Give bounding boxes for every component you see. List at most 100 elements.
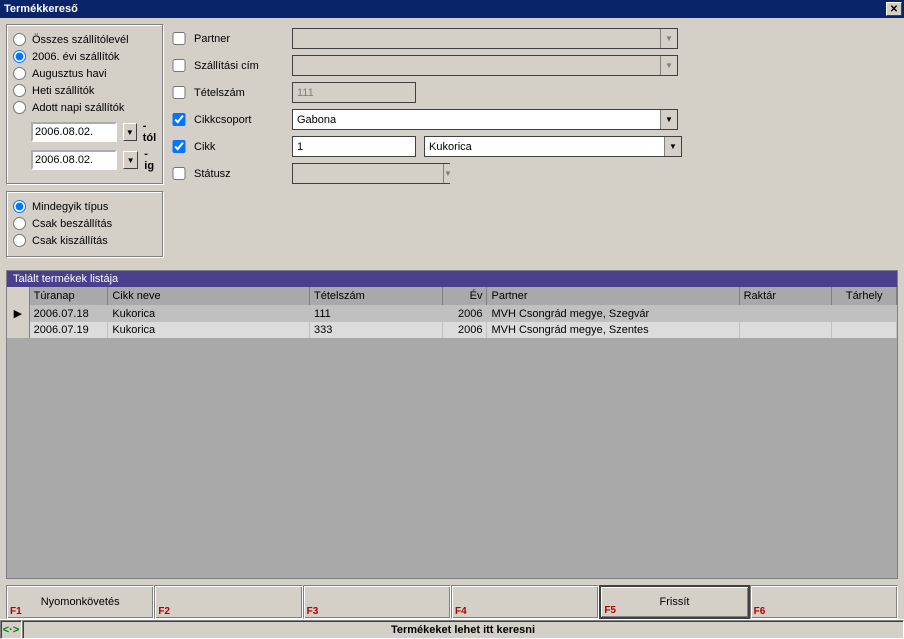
f3-button[interactable]: F3 bbox=[303, 585, 451, 619]
table-header-row: Túranap Cikk neve Tételszám Év Partner R… bbox=[7, 287, 897, 305]
function-key-bar: NyomonkövetésF1 F2 F3 F4 FrissítF5 F6 bbox=[6, 585, 898, 619]
f2-button[interactable]: F2 bbox=[154, 585, 302, 619]
chevron-down-icon: ▼ bbox=[660, 56, 677, 75]
chk-status[interactable] bbox=[172, 167, 186, 180]
chevron-down-icon: ▼ bbox=[127, 156, 135, 165]
combo-cikk[interactable]: ▼ bbox=[424, 136, 682, 157]
date-to-dropdown[interactable]: ▼ bbox=[123, 151, 138, 169]
radio-mindegyik[interactable]: Mindegyik típus bbox=[13, 198, 157, 215]
cell-raktar bbox=[739, 305, 832, 322]
cell-tetel: 111 bbox=[310, 305, 443, 322]
date-from-suffix: -tól bbox=[143, 120, 157, 144]
combo-status[interactable]: ▼ bbox=[292, 163, 450, 184]
chk-partner[interactable] bbox=[172, 32, 186, 45]
type-group: Mindegyik típus Csak beszállítás Csak ki… bbox=[6, 191, 164, 258]
col-turanap[interactable]: Túranap bbox=[29, 287, 108, 305]
results-panel: Talált termékek listája Túranap Cikk nev… bbox=[6, 270, 898, 579]
chevron-down-icon: ▼ bbox=[443, 164, 452, 183]
cell-tarhely bbox=[832, 322, 897, 338]
col-tetel[interactable]: Tételszám bbox=[310, 287, 443, 305]
form-panel: Partner ▼ Szállítási cím ▼ Tételszám Cik… bbox=[172, 24, 898, 258]
radio-heti[interactable]: Heti szállítók bbox=[13, 82, 157, 99]
f5-button[interactable]: FrissítF5 bbox=[599, 585, 749, 619]
lbl-partner: Partner bbox=[194, 33, 284, 45]
combo-partner[interactable]: ▼ bbox=[292, 28, 678, 49]
date-from-dropdown[interactable]: ▼ bbox=[123, 123, 137, 141]
chevron-down-icon: ▼ bbox=[660, 29, 677, 48]
date-from-input[interactable] bbox=[31, 122, 117, 142]
row-cikkcsoport: Cikkcsoport ▼ bbox=[172, 109, 898, 130]
f6-button[interactable]: F6 bbox=[750, 585, 898, 619]
results-title: Talált termékek listája bbox=[7, 271, 897, 287]
radio-osszes[interactable]: Összes szállítólevél bbox=[13, 31, 157, 48]
chk-tetel[interactable] bbox=[172, 86, 186, 99]
radio-adott-napi[interactable]: Adott napi szállítók bbox=[13, 99, 157, 116]
col-cikknev[interactable]: Cikk neve bbox=[108, 287, 310, 305]
chk-szcim[interactable] bbox=[172, 59, 186, 72]
table-row[interactable]: ▶ 2006.07.18 Kukorica 111 2006 MVH Csong… bbox=[7, 305, 897, 322]
cell-ev: 2006 bbox=[443, 305, 487, 322]
row-szcim: Szállítási cím ▼ bbox=[172, 55, 898, 76]
status-input bbox=[293, 164, 443, 183]
f4-button[interactable]: F4 bbox=[451, 585, 599, 619]
cell-turanap: 2006.07.18 bbox=[29, 305, 108, 322]
table-row[interactable]: 2006.07.19 Kukorica 333 2006 MVH Csongrá… bbox=[7, 322, 897, 338]
chk-cikk[interactable] bbox=[172, 140, 186, 153]
tetel-input[interactable] bbox=[292, 82, 416, 103]
filter-area: Összes szállítólevél 2006. évi szállítók… bbox=[0, 18, 904, 264]
titlebar: Termékkereső ✕ bbox=[0, 0, 904, 18]
radio-kiszallitas[interactable]: Csak kiszállítás bbox=[13, 232, 157, 249]
row-partner: Partner ▼ bbox=[172, 28, 898, 49]
date-scope-group: Összes szállítólevél 2006. évi szállítók… bbox=[6, 24, 164, 185]
lbl-szcim: Szállítási cím bbox=[194, 60, 284, 72]
cikk-code-input[interactable] bbox=[292, 136, 416, 157]
cell-partner: MVH Csongrád megye, Szegvár bbox=[487, 305, 739, 322]
cell-turanap: 2006.07.19 bbox=[29, 322, 108, 338]
col-partner[interactable]: Partner bbox=[487, 287, 739, 305]
radio-augusztus[interactable]: Augusztus havi bbox=[13, 65, 157, 82]
lbl-cikkcsoport: Cikkcsoport bbox=[194, 114, 284, 126]
results-grid[interactable]: Túranap Cikk neve Tételszám Év Partner R… bbox=[7, 287, 897, 578]
col-ev[interactable]: Év bbox=[443, 287, 487, 305]
cell-ev: 2006 bbox=[443, 322, 487, 338]
close-icon: ✕ bbox=[890, 4, 898, 15]
chk-cikkcsoport[interactable] bbox=[172, 113, 186, 126]
close-button[interactable]: ✕ bbox=[886, 2, 902, 16]
col-raktar[interactable]: Raktár bbox=[739, 287, 832, 305]
combo-szcim[interactable]: ▼ bbox=[292, 55, 678, 76]
chevron-down-icon: ▼ bbox=[126, 128, 134, 137]
cell-cikknev: Kukorica bbox=[108, 322, 310, 338]
window-title: Termékkereső bbox=[4, 3, 886, 15]
date-from-row: ▼ -tól bbox=[31, 120, 157, 144]
cikkcsoport-input[interactable] bbox=[293, 110, 660, 129]
f1-button[interactable]: NyomonkövetésF1 bbox=[6, 585, 154, 619]
resize-icon[interactable]: <·> bbox=[0, 620, 22, 639]
left-filter-panel: Összes szállítólevél 2006. évi szállítók… bbox=[6, 24, 164, 258]
cell-raktar bbox=[739, 322, 832, 338]
col-tarhely[interactable]: Tárhely bbox=[832, 287, 897, 305]
col-indicator[interactable] bbox=[7, 287, 29, 305]
results-table: Túranap Cikk neve Tételszám Év Partner R… bbox=[7, 287, 897, 338]
date-to-suffix: -ig bbox=[144, 148, 157, 172]
radio-2006-evi[interactable]: 2006. évi szállítók bbox=[13, 48, 157, 65]
radio-beszallitas[interactable]: Csak beszállítás bbox=[13, 215, 157, 232]
row-indicator-icon bbox=[7, 322, 29, 338]
cell-partner: MVH Csongrád megye, Szentes bbox=[487, 322, 739, 338]
lbl-cikk: Cikk bbox=[194, 141, 284, 153]
combo-cikkcsoport[interactable]: ▼ bbox=[292, 109, 678, 130]
date-to-row: ▼ -ig bbox=[31, 148, 157, 172]
szcim-input bbox=[293, 56, 660, 75]
chevron-down-icon: ▼ bbox=[660, 110, 677, 129]
cell-tetel: 333 bbox=[310, 322, 443, 338]
row-indicator-icon: ▶ bbox=[7, 305, 29, 322]
cell-tarhely bbox=[832, 305, 897, 322]
row-cikk: Cikk ▼ bbox=[172, 136, 898, 157]
lbl-status: Státusz bbox=[194, 168, 284, 180]
lbl-tetel: Tételszám bbox=[194, 87, 284, 99]
row-tetel: Tételszám bbox=[172, 82, 898, 103]
status-message: Termékeket lehet itt keresni bbox=[22, 620, 904, 639]
chevron-down-icon: ▼ bbox=[664, 137, 681, 156]
cikk-name-input[interactable] bbox=[425, 137, 664, 156]
date-to-input[interactable] bbox=[31, 150, 117, 170]
statusbar: <·> Termékeket lehet itt keresni bbox=[0, 619, 904, 639]
